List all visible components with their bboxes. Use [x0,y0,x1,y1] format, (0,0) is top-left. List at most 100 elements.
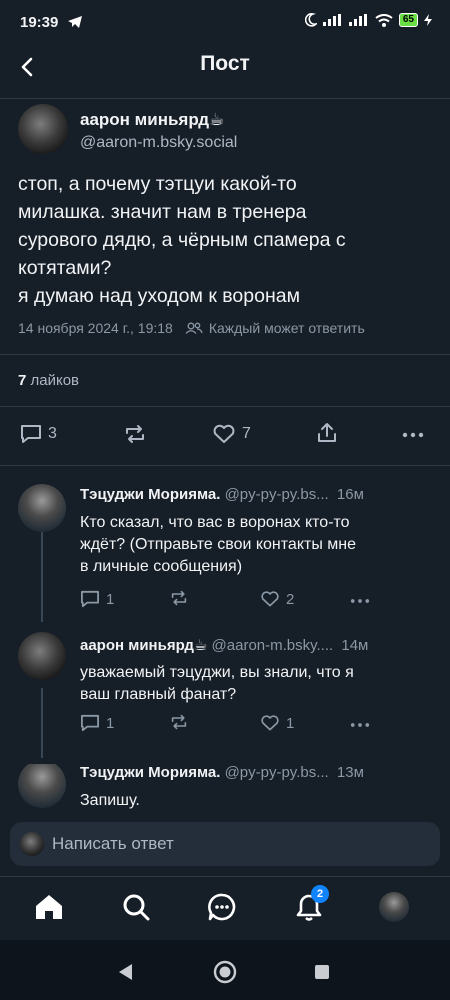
share-button[interactable] [316,422,338,444]
tab-bar: 2 [0,876,450,939]
reply-author-handle: @py-py-py.bs... [224,764,329,781]
page-title: Пост [200,52,250,75]
reply-item[interactable]: Тэцуджи Морияма. @py-py-py.bs... 13м Зап… [0,764,450,810]
signal-icon-2 [348,14,367,26]
heart-icon [261,715,279,731]
share-icon [318,423,336,442]
tab-home[interactable] [33,891,65,923]
author-name[interactable]: аарон миньярд☕ [80,110,224,130]
reply-avatar[interactable] [18,632,66,680]
like-count: 2 [286,590,295,608]
compose-avatar [20,832,44,856]
reply-text: Запишу. [80,792,140,809]
reply-count: 3 [48,425,57,442]
reply-author-name[interactable]: Тэцуджи Морияма. [80,486,220,503]
comment-icon [21,425,41,443]
reply-time: 14м [341,637,369,654]
status-bar: 19:39 65 [0,0,450,48]
reply-author-handle: @aaron-m.bsky.... [211,637,334,654]
comment-icon [80,590,99,608]
search-icon [123,894,150,921]
reply-actions: 1 1 [80,714,420,740]
reply-button[interactable]: 1 [80,714,114,732]
post-text: стоп, а почему тэтцуи какой-то милашка. … [18,173,346,307]
post-meta: 14 ноября 2024 г., 19:18 Каждый может от… [18,320,365,336]
author-avatar[interactable] [18,104,68,154]
reply-time: 13м [336,764,364,781]
back-button[interactable] [14,54,40,80]
tab-notifications[interactable]: 2 [293,885,329,923]
reply-setting[interactable]: Каждый может ответить [209,320,365,336]
likes-summary[interactable]: 7 лайков [18,372,79,389]
heart-icon [213,424,235,443]
repost-button[interactable] [170,714,188,730]
reply-button[interactable]: 3 [20,424,57,444]
like-count: 1 [286,714,295,732]
reply-count: 1 [106,590,115,608]
more-button[interactable] [350,722,370,728]
tab-messages[interactable] [206,891,238,923]
like-button[interactable]: 7 [212,424,251,444]
more-button[interactable] [350,598,370,604]
chat-icon [208,893,236,921]
like-count: 7 [242,425,251,442]
author-handle[interactable]: @aaron-m.bsky.social [80,134,237,152]
reply-text: Кто сказал, что вас в воронах кто-то ждё… [80,514,356,575]
post-actions: 3 7 [0,418,450,454]
chevron-left-icon [21,57,33,77]
repost-button[interactable] [124,424,146,444]
more-icon [350,723,370,727]
reply-compose[interactable]: Написать ответ [10,822,440,866]
nav-home-icon[interactable] [213,960,237,984]
page-header: Пост [0,48,450,99]
repost-icon [171,590,187,606]
nav-recents-icon[interactable] [314,964,330,980]
like-button[interactable]: 1 [260,714,294,732]
reply-header: Тэцуджи Морияма. @py-py-py.bs... 16м [80,486,364,503]
reply-header: аарон миньярд☕ @aaron-m.bsky.... 14м [80,636,368,654]
profile-avatar [379,892,409,922]
status-icons: 65 [304,13,432,27]
nav-back-icon[interactable] [117,963,133,981]
reply-button[interactable]: 1 [80,590,114,608]
notifications-badge: 2 [311,885,329,903]
reply-avatar[interactable] [18,764,66,808]
comment-icon [80,714,99,732]
repost-icon [171,714,187,730]
telegram-icon [68,16,82,28]
reply-author-handle: @py-py-py.bs... [224,486,329,503]
reply-item[interactable]: аарон миньярд☕ @aaron-m.bsky.... 14м ува… [0,632,450,746]
people-icon [185,322,203,334]
wifi-icon [375,13,393,27]
tab-search[interactable] [120,891,152,923]
reply-count: 1 [106,714,115,732]
divider [0,465,450,466]
compose-placeholder: Написать ответ [52,834,174,853]
repost-icon [126,425,144,443]
like-button[interactable]: 2 [260,590,294,608]
tab-profile[interactable] [378,891,410,923]
reply-avatar[interactable] [18,484,66,532]
post-date: 14 ноября 2024 г., 19:18 [18,320,173,336]
divider [0,354,450,355]
likes-label: лайков [26,372,80,389]
home-icon [36,895,62,919]
reply-author-name[interactable]: Тэцуджи Морияма. [80,764,220,781]
reply-author-name[interactable]: аарон миньярд☕ [80,637,207,654]
reply-text: уважаемый тэцуджи, вы знали, что я ваш г… [80,664,354,703]
repost-button[interactable] [170,590,188,606]
more-icon [402,432,424,438]
battery-icon: 65 [398,13,418,27]
heart-icon [261,591,279,607]
divider [0,406,450,407]
reply-time: 16м [336,486,364,503]
signal-icon [322,14,341,26]
system-nav-bar [0,940,450,1000]
reply-actions: 1 2 [80,590,420,616]
more-icon [350,599,370,603]
charging-icon [424,14,432,26]
moon-icon [304,13,317,27]
more-button[interactable] [402,432,424,438]
reply-item[interactable]: Тэцуджи Морияма. @py-py-py.bs... 16м Кто… [0,484,450,616]
status-time: 19:39 [20,14,59,31]
